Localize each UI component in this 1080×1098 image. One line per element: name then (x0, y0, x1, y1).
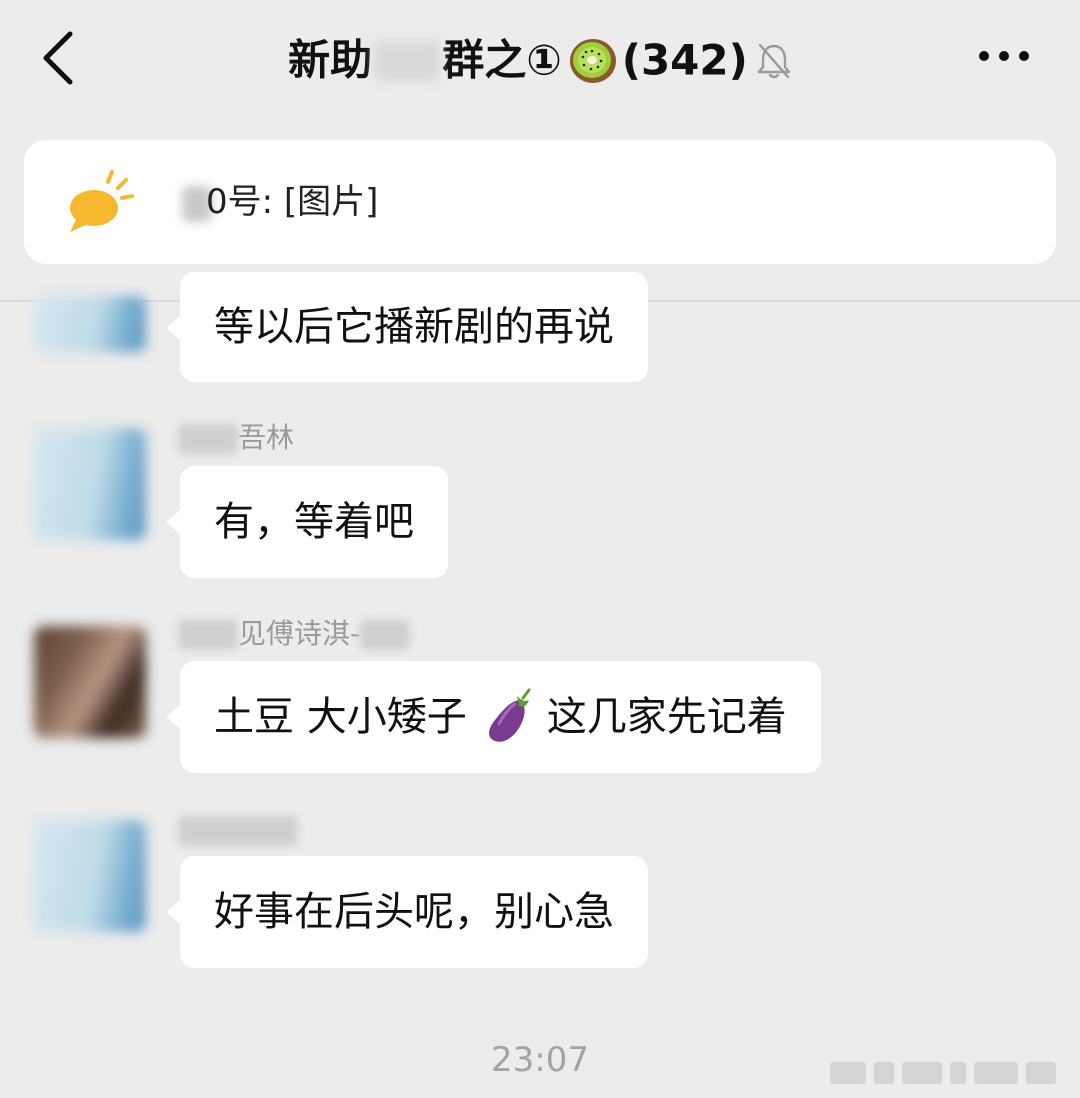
pinned-notice-bar[interactable]: 0号: [图片] (24, 140, 1056, 264)
sender-name (178, 812, 298, 848)
notice-text: 0号: [图片] (206, 182, 379, 222)
sender-redacted-blur (360, 620, 411, 650)
more-dots-icon[interactable] (976, 40, 1032, 72)
bell-muted-icon (757, 43, 791, 78)
message-text: 这几家先记着 (546, 694, 787, 740)
chat-title[interactable]: 新助 群之① (342) (0, 30, 1080, 89)
title-middle: 群之 (442, 35, 527, 85)
message-text: 土豆 大小矮子 (214, 694, 467, 740)
chat-header: 新助 群之① (342) (0, 0, 1080, 120)
sender-name: 吾林 (178, 420, 294, 456)
chat-bubble-icon (70, 170, 134, 232)
title-prefix: 新助 (288, 35, 373, 85)
sender-name: 见傅诗淇- (178, 616, 411, 652)
avatar[interactable] (34, 296, 146, 352)
avatar[interactable] (34, 820, 146, 932)
avatar[interactable] (34, 626, 146, 738)
sender-redacted-blur (178, 816, 298, 846)
message-bubble[interactable]: 等以后它播新剧的再说 (166, 272, 648, 382)
sender-name-text: 见傅诗淇- (238, 617, 361, 650)
message-bubble[interactable]: 有，等着吧 (166, 466, 448, 578)
member-count: (342) (621, 35, 748, 85)
message-bubble[interactable]: 好事在后头呢，别心急 (166, 856, 648, 968)
sender-redacted-blur (178, 424, 238, 454)
title-circle-number: ① (526, 35, 562, 85)
title-redacted-blur (374, 40, 441, 81)
eggplant-icon (488, 688, 531, 742)
sender-name-text: 吾林 (238, 421, 295, 454)
avatar[interactable] (34, 428, 146, 540)
kiwi-icon (569, 38, 616, 83)
message-bubble[interactable]: 土豆 大小矮子 这几家先记着 (166, 661, 821, 773)
sender-redacted-blur (178, 620, 238, 650)
watermark-bars (830, 1062, 1056, 1084)
